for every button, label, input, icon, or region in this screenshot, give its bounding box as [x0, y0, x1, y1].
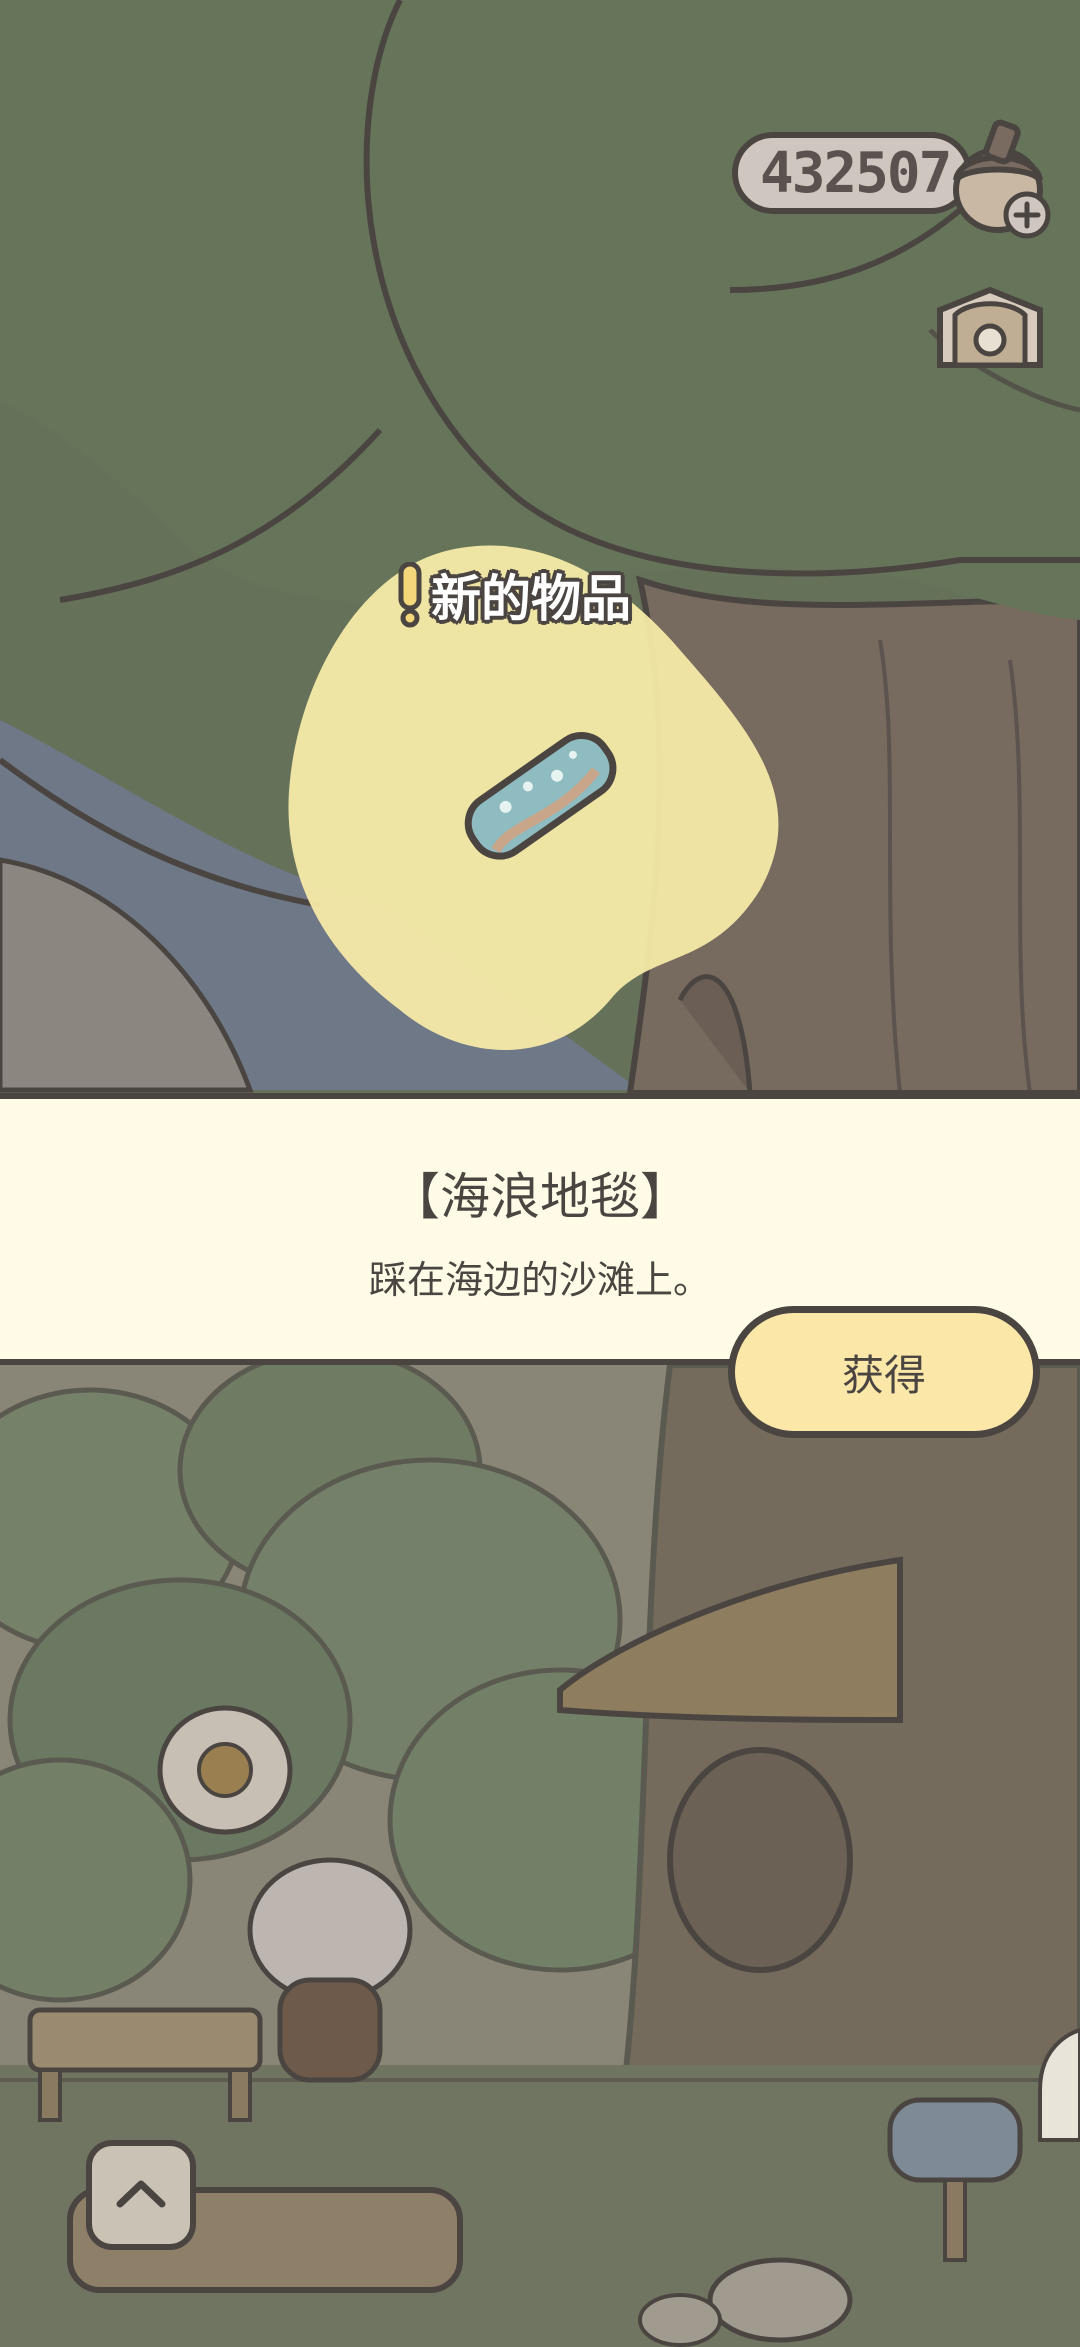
new-item-banner: 新的物品 — [395, 560, 631, 630]
plus-icon[interactable] — [1002, 190, 1052, 240]
acorn-counter[interactable]: 432507 — [732, 132, 972, 214]
new-item-label: 新的物品 — [431, 570, 631, 628]
coin-count: 432507 — [760, 140, 952, 206]
collapse-button[interactable] — [86, 2140, 196, 2250]
wave-rug-icon — [464, 732, 617, 860]
shop-icon[interactable] — [930, 270, 1055, 390]
chevron-up-icon — [116, 2180, 166, 2208]
item-title: 【海浪地毯】 — [390, 1168, 690, 1226]
obtain-button[interactable]: 获得 — [728, 1306, 1040, 1438]
item-description: 踩在海边的沙滩上。 — [368, 1258, 711, 1302]
exclamation-icon — [398, 562, 422, 628]
obtain-label: 获得 — [841, 1350, 926, 1400]
